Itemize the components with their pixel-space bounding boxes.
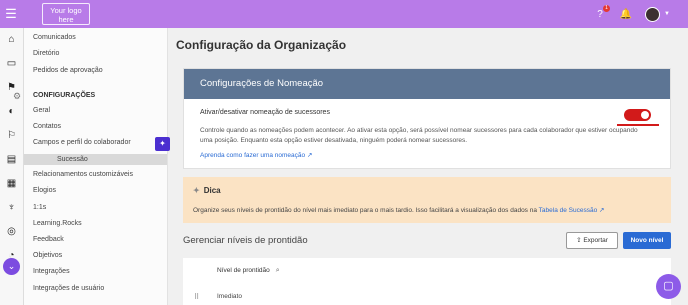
sidebar-section-title: CONFIGURAÇÕES <box>33 92 96 99</box>
search-icon[interactable]: ⌕ <box>276 267 280 274</box>
sidebar-item-objetivos[interactable]: Objetivos <box>33 252 62 259</box>
sidebar-item-pedidos[interactable]: Pedidos de aprovação <box>33 67 103 74</box>
expand-chevron-icon[interactable]: ⌄ <box>3 258 20 275</box>
toggle-label: Ativar/desativar nomeação de sucessores <box>200 109 330 116</box>
gear-icon: ⚙ <box>13 91 22 101</box>
chevron-down-icon[interactable]: ▼ <box>664 11 670 17</box>
column-header-label: Nível de prontidão <box>217 267 270 274</box>
new-level-button[interactable]: Novo nível <box>623 232 671 249</box>
readiness-table: Nível de prontidão ⌕ ⠿ Imediato <box>183 258 671 305</box>
sidebar-item-elogios[interactable]: Elogios <box>33 187 56 194</box>
home-icon[interactable]: ⌂ <box>0 28 23 52</box>
tip-text: Organize seus níveis de prontidão do nív… <box>193 206 604 214</box>
avatar[interactable] <box>645 6 661 22</box>
menu-icon[interactable]: ☰ <box>0 6 22 22</box>
toggle-knob <box>641 111 649 119</box>
sidebar-item-comunicados[interactable]: Comunicados <box>33 34 76 41</box>
presentation-icon[interactable]: ▦ <box>0 172 23 196</box>
help-icon[interactable]: ? 1 <box>593 4 611 20</box>
chat-bubble-icon[interactable]: ▢ <box>656 274 681 299</box>
sidebar-collapse-tab[interactable]: ✦ <box>155 137 170 151</box>
logo: Your logo here <box>42 3 90 25</box>
sidebar-item-diretorio[interactable]: Diretório <box>33 50 59 57</box>
export-label: Exportar <box>583 237 608 244</box>
lightbulb-icon: ✦ <box>193 186 200 195</box>
tip-box: ✦ Dica Organize seus níveis de prontidão … <box>183 177 671 223</box>
topbar-actions: ? 1 🔔 ▼ <box>593 0 688 28</box>
sidebar-item-sucessao[interactable]: Sucessão <box>24 154 167 165</box>
icon-rail: ⌂ ▭ ⚑ ◐ ⚐ ▤ ▦ ♆ ◎ ◔ ⌄ <box>0 28 24 305</box>
sidebar-item-relacionamentos[interactable]: Relacionamentos customizáveis <box>33 171 133 178</box>
sidebar-item-campos[interactable]: Campos e perfil do colaborador <box>33 139 131 146</box>
sidebar-item-1-1s[interactable]: 1:1s <box>33 204 46 211</box>
sidebar-item-feedback[interactable]: Feedback <box>33 236 64 243</box>
drag-handle-icon[interactable]: ⠿ <box>194 293 199 301</box>
card-title: Configurações de Nomeação <box>184 69 670 99</box>
learn-link[interactable]: Aprenda como fazer uma nomeação ↗ <box>200 151 312 159</box>
card-description: Controle quando as nomeações podem acont… <box>200 127 638 144</box>
table-row: Imediato <box>217 293 242 300</box>
top-bar: ☰ Your logo here ? 1 🔔 ▼ <box>0 0 688 28</box>
external-link-icon: ↗ <box>306 152 313 159</box>
export-button[interactable]: ⇪ Exportar <box>566 232 618 249</box>
sidebar-item-contatos[interactable]: Contatos <box>33 123 61 130</box>
tip-link[interactable]: Tabela de Sucessão <box>539 207 598 214</box>
sidebar-item-integracoes[interactable]: Integrações <box>33 268 70 275</box>
clipboard-icon[interactable]: ▤ <box>0 148 23 172</box>
tip-title: ✦ Dica <box>193 186 221 195</box>
learn-link-text[interactable]: Aprenda como fazer uma nomeação <box>200 152 305 159</box>
column-header: Nível de prontidão ⌕ <box>217 267 280 275</box>
nomination-toggle[interactable] <box>624 109 651 121</box>
trophy-icon[interactable]: ♆ <box>0 196 23 220</box>
target-icon[interactable]: ◎ <box>0 220 23 244</box>
nomination-settings-card: Configurações de Nomeação Ativar/desativ… <box>183 68 671 169</box>
sidebar-item-geral[interactable]: Geral <box>33 107 50 114</box>
tip-body: Organize seus níveis de prontidão do nív… <box>193 207 537 214</box>
flag-outline-icon[interactable]: ⚐ <box>0 124 23 148</box>
external-link-icon: ↗ <box>599 207 605 214</box>
notification-badge: 1 <box>603 4 611 12</box>
section-title: Gerenciar níveis de prontidão <box>183 235 308 246</box>
palette-icon[interactable]: ◐ <box>0 100 23 124</box>
chat-icon[interactable]: ▭ <box>0 52 23 76</box>
sidebar-item-integracoes-usuario[interactable]: Integrações de usuário <box>33 285 104 292</box>
upload-icon: ⇪ <box>576 237 582 244</box>
page-title: Configuração da Organização <box>176 38 347 52</box>
sidebar-item-learning-rocks[interactable]: Learning.Rocks <box>33 220 82 227</box>
bell-icon[interactable]: 🔔 <box>619 9 633 20</box>
tip-title-text: Dica <box>203 186 221 195</box>
